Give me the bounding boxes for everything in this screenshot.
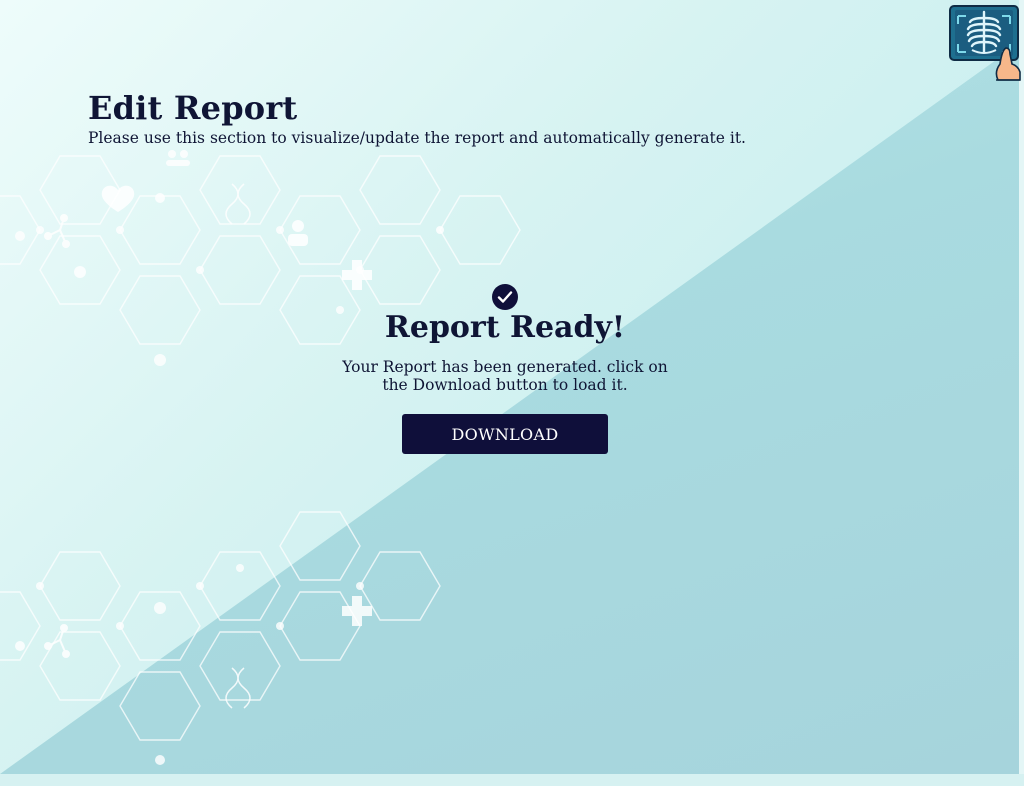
check-circle-icon (492, 284, 518, 310)
bottom-strip (0, 774, 1024, 786)
page-title: Edit Report (88, 89, 298, 127)
page-subtitle: Please use this section to visualize/upd… (88, 129, 746, 147)
report-page: Edit Report Please use this section to v… (0, 0, 1024, 786)
scroll-edge (1019, 0, 1024, 774)
report-ready-title: Report Ready! (384, 310, 626, 345)
page-header: Edit Report Please use this section to v… (88, 88, 746, 148)
report-ready-card: Report Ready! Your Report has been gener… (320, 284, 690, 454)
xray-chest-icon[interactable] (948, 4, 1022, 82)
report-ready-message: Your Report has been generated. click on… (342, 358, 668, 394)
download-button[interactable]: DOWNLOAD (402, 414, 608, 454)
